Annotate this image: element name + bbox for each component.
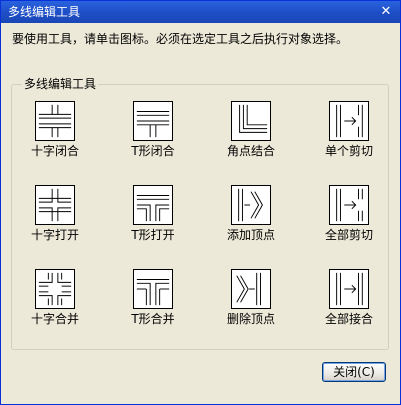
tool-label: T形打开	[131, 228, 175, 242]
tee-merged-icon	[133, 269, 173, 309]
tools-group-label: 多线编辑工具	[22, 76, 99, 92]
delete-vertex-icon	[231, 269, 271, 309]
tool-add-vertex[interactable]: 添加顶点	[211, 185, 291, 242]
close-icon[interactable]: ✕	[378, 4, 394, 20]
cross-open-icon	[35, 185, 75, 225]
tool-label: 角点结合	[226, 144, 275, 158]
cut-all-icon	[329, 185, 369, 225]
add-vertex-icon	[231, 185, 271, 225]
tool-tee-closed[interactable]: T形闭合	[113, 101, 193, 158]
tool-label: 单个剪切	[324, 144, 373, 158]
tool-label: 删除顶点	[226, 312, 275, 326]
tool-label: T形合并	[131, 312, 175, 326]
cross-merged-icon	[35, 269, 75, 309]
weld-all-icon	[329, 269, 369, 309]
close-button[interactable]: 关闭(C)	[322, 362, 386, 382]
tool-tee-merged[interactable]: T形合并	[113, 269, 193, 326]
tool-weld-all[interactable]: 全部接合	[309, 269, 389, 326]
tool-label: 添加顶点	[226, 228, 275, 242]
tool-tee-open[interactable]: T形打开	[113, 185, 193, 242]
tool-cross-open[interactable]: 十字打开	[15, 185, 95, 242]
tee-closed-icon	[133, 101, 173, 141]
tool-label: 十字合并	[30, 312, 79, 326]
tool-cross-merged[interactable]: 十字合并	[15, 269, 95, 326]
tool-label: 十字打开	[30, 228, 79, 242]
corner-joint-icon	[231, 101, 271, 141]
tool-cut-single[interactable]: 单个剪切	[309, 101, 389, 158]
tool-delete-vertex[interactable]: 删除顶点	[211, 269, 291, 326]
cross-closed-icon	[35, 101, 75, 141]
tool-cross-closed[interactable]: 十字闭合	[15, 101, 95, 158]
tee-open-icon	[133, 185, 173, 225]
tool-label: 十字闭合	[30, 144, 79, 158]
multiline-edit-dialog: 多线编辑工具 ✕ 要使用工具，请单击图标。必须在选定工具之后执行对象选择。 多线…	[0, 0, 401, 405]
tools-group: 多线编辑工具 十字闭合 T形闭合 角点结合 单个剪切 十字打开 T形打开 添加顶…	[11, 76, 389, 350]
instruction-text: 要使用工具，请单击图标。必须在选定工具之后执行对象选择。	[12, 32, 349, 46]
title-bar[interactable]: 多线编辑工具 ✕	[1, 1, 400, 23]
cut-single-icon	[329, 101, 369, 141]
tool-cut-all[interactable]: 全部剪切	[309, 185, 389, 242]
tool-label: T形闭合	[131, 144, 175, 158]
tool-label: 全部接合	[324, 312, 373, 326]
window-title: 多线编辑工具	[8, 5, 81, 19]
tool-label: 全部剪切	[324, 228, 373, 242]
tool-corner-joint[interactable]: 角点结合	[211, 101, 291, 158]
